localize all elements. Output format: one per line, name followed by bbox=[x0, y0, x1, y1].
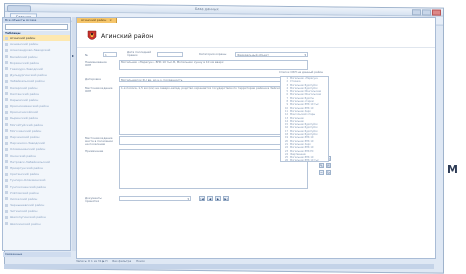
location2-label: Местонахождение места в поселении на пос… bbox=[85, 136, 113, 147]
minimize-button[interactable] bbox=[412, 9, 421, 16]
table-icon bbox=[5, 147, 8, 151]
table-icon bbox=[5, 92, 8, 96]
table-icon bbox=[5, 79, 8, 83]
table-icon bbox=[5, 116, 8, 120]
table-icon bbox=[5, 178, 8, 182]
table-icon bbox=[5, 191, 8, 195]
table-icon bbox=[5, 48, 8, 52]
first-record-button[interactable]: |◀ bbox=[199, 196, 205, 201]
table-icon bbox=[5, 185, 8, 188]
dating-label: Датировка bbox=[85, 77, 101, 81]
table-icon bbox=[5, 209, 8, 213]
prev-record-button[interactable]: ◀ bbox=[207, 196, 213, 201]
refresh-tool-button[interactable]: ↻ bbox=[326, 170, 331, 175]
collapse-arrow-icon[interactable]: ▸ bbox=[72, 53, 74, 58]
table-icon bbox=[5, 98, 8, 102]
table-icon bbox=[5, 67, 8, 71]
overlay-letter: М bbox=[447, 163, 458, 176]
name-field[interactable]: Могильник «Нарасун». 8ПК 10 тыс.В, Могил… bbox=[119, 60, 308, 70]
table-icon bbox=[5, 141, 8, 145]
nav-table-item[interactable]: Шилкинский район bbox=[3, 221, 70, 227]
status-select[interactable]: Федеральный объект bbox=[235, 52, 308, 57]
window-title: База данных bbox=[195, 7, 219, 12]
notes-label: Примечание bbox=[85, 149, 104, 153]
nav-search-input[interactable] bbox=[5, 24, 68, 30]
table-icon bbox=[5, 166, 8, 170]
table-icon bbox=[5, 86, 8, 89]
okn-listbox[interactable]: 1 Могильник «Нарасун» 2 Стоянка 3 Могильник Б… bbox=[280, 76, 329, 162]
docs-select[interactable] bbox=[119, 196, 191, 201]
close-button[interactable] bbox=[432, 9, 441, 16]
next-record-button[interactable]: ▶ bbox=[215, 196, 221, 201]
filter-indicator[interactable]: Без фильтра bbox=[112, 259, 131, 263]
nav-footer[interactable]: Связанные bbox=[3, 252, 71, 257]
form-document: Агинский район × Агинский район № 1 Дата … bbox=[76, 17, 436, 259]
last-record-button[interactable]: ▶| bbox=[223, 196, 229, 201]
navigation-pane: Все объекты Access Таблицы Агинский райо… bbox=[2, 17, 71, 251]
coat-of-arms-icon bbox=[87, 30, 97, 40]
table-icon bbox=[5, 215, 8, 219]
location-label: Местонахождение ОКН bbox=[85, 86, 113, 94]
number-field[interactable]: 1 bbox=[103, 52, 117, 57]
table-icon bbox=[5, 197, 8, 201]
edit-tool-button[interactable]: ✎ bbox=[319, 163, 324, 168]
header-divider bbox=[77, 47, 435, 48]
side-list-title: Список ОКН на данный район bbox=[279, 70, 324, 74]
table-icon bbox=[5, 129, 8, 133]
table-icon bbox=[5, 160, 8, 164]
window-bottom-edge bbox=[4, 264, 434, 269]
table-icon bbox=[5, 55, 8, 59]
table-icon bbox=[5, 104, 8, 108]
table-icon bbox=[5, 123, 8, 127]
document-tab[interactable]: Агинский район × bbox=[77, 18, 117, 23]
delete-tool-button[interactable]: − bbox=[319, 170, 324, 175]
table-icon bbox=[5, 61, 8, 65]
table-icon bbox=[5, 110, 8, 114]
table-icon bbox=[5, 154, 8, 158]
name-label: Наименование ОКН bbox=[85, 60, 107, 68]
nav-pane-header[interactable]: Все объекты Access bbox=[3, 18, 70, 23]
table-icon bbox=[5, 73, 8, 77]
date-field[interactable] bbox=[157, 52, 183, 57]
copy-tool-button[interactable]: ⎘ bbox=[326, 163, 331, 168]
table-icon bbox=[5, 36, 8, 40]
table-icon bbox=[5, 42, 8, 46]
list-item[interactable]: 26 Могильник 8ПК 10 тыс bbox=[281, 159, 328, 161]
close-tab-icon: × bbox=[109, 18, 112, 22]
docs-label: Документы принятия bbox=[85, 196, 102, 204]
maximize-button[interactable] bbox=[422, 9, 431, 16]
table-icon bbox=[5, 203, 8, 207]
record-counter[interactable]: Запись: К 1 из 31 ▶ Н bbox=[76, 259, 108, 263]
form-title: Агинский район bbox=[101, 33, 154, 40]
status-label: Категория охраны bbox=[199, 52, 227, 56]
date-label: Дата последней правки bbox=[127, 50, 152, 58]
number-label: № bbox=[85, 53, 88, 57]
table-icon bbox=[5, 172, 8, 176]
table-icon bbox=[5, 222, 8, 226]
record-search[interactable]: Поиск bbox=[136, 259, 145, 263]
table-icon bbox=[5, 135, 8, 139]
